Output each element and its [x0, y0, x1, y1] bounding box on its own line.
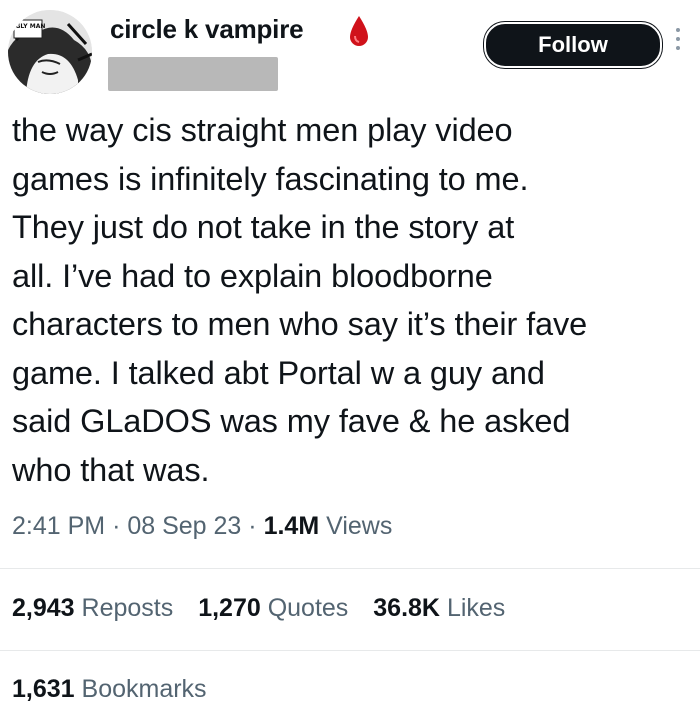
divider [0, 650, 700, 651]
quotes-count: 1,270 [198, 594, 261, 622]
quotes-stat[interactable]: 1,270 Quotes [198, 594, 355, 622]
engagement-stats: 2,943 Reposts 1,270 Quotes 36.8K Likes [12, 594, 523, 623]
avatar-text: UGLY MAN [11, 23, 46, 30]
follow-button[interactable]: Follow [484, 22, 662, 68]
tweet-date[interactable]: 08 Sep 23 [127, 512, 241, 540]
tweet-meta: 2:41 PM · 08 Sep 23 · 1.4M Views [12, 512, 392, 541]
tweet-header: UGLY MAN circle k vampire Follow [0, 0, 700, 110]
likes-stat[interactable]: 36.8K Likes [373, 594, 505, 622]
reposts-label: Reposts [81, 594, 174, 622]
bookmarks-count: 1,631 [12, 675, 75, 703]
likes-count: 36.8K [373, 594, 440, 622]
blood-drop-icon [350, 16, 368, 46]
meta-separator: · [112, 512, 121, 540]
bookmarks-stat[interactable]: 1,631 Bookmarks [12, 675, 207, 704]
reposts-stat[interactable]: 2,943 Reposts [12, 594, 180, 622]
quotes-label: Quotes [267, 594, 349, 622]
likes-label: Likes [446, 594, 506, 622]
redacted-handle [108, 57, 278, 91]
divider [0, 568, 700, 569]
avatar-image: UGLY MAN [8, 10, 92, 94]
author-display-name[interactable]: circle k vampire [110, 14, 304, 45]
views-count: 1.4M [263, 512, 320, 540]
views-label: Views [326, 512, 393, 540]
avatar[interactable]: UGLY MAN [8, 10, 92, 94]
more-options-icon[interactable] [672, 28, 684, 58]
bookmarks-label: Bookmarks [81, 675, 207, 703]
tweet-time[interactable]: 2:41 PM [12, 512, 105, 540]
reposts-count: 2,943 [12, 594, 75, 622]
meta-separator: · [248, 512, 257, 540]
tweet-text: the way cis straight men play video game… [12, 112, 588, 488]
